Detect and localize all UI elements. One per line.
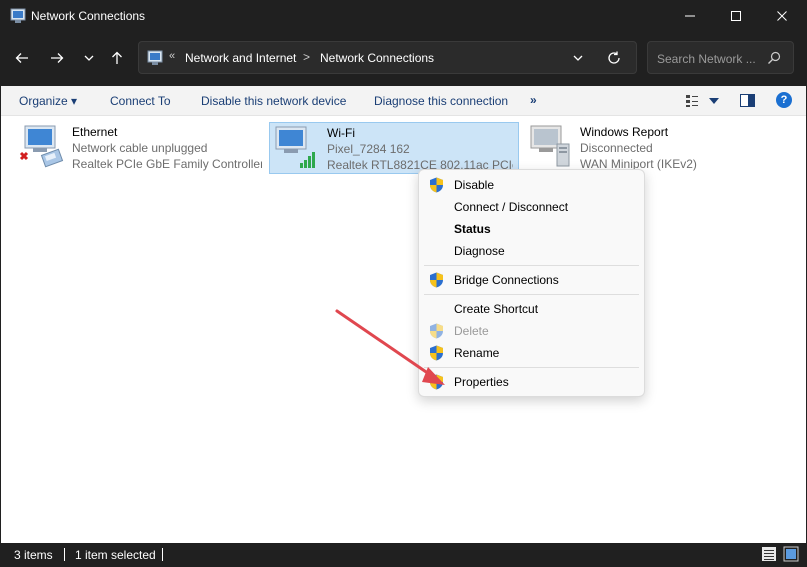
breadcrumb-separator[interactable]: > xyxy=(303,50,310,64)
menu-item-rename[interactable]: Rename xyxy=(419,342,644,364)
ethernet-adapter-icon xyxy=(19,125,64,168)
uac-shield-icon xyxy=(430,374,443,390)
context-menu: Disable Connect / Disconnect Status Diag… xyxy=(418,169,645,397)
command-bar: Organize ▾ Connect To Disable this netwo… xyxy=(1,86,806,116)
control-panel-icon xyxy=(147,50,163,65)
item-name: Windows Report xyxy=(580,125,669,139)
menu-separator xyxy=(424,294,639,295)
details-view-icon[interactable] xyxy=(761,546,777,562)
menu-item-connect-disconnect[interactable]: Connect / Disconnect xyxy=(419,196,644,218)
item-count: 3 items xyxy=(14,548,53,562)
search-input[interactable]: Search Network ... xyxy=(647,41,794,74)
change-view-icon[interactable] xyxy=(685,94,699,108)
breadcrumb-network-connections[interactable]: Network Connections xyxy=(320,51,434,65)
breadcrumb-network-and-internet[interactable]: Network and Internet xyxy=(185,51,296,65)
menu-label: Diagnose xyxy=(454,244,505,258)
more-commands-button[interactable]: » xyxy=(530,93,537,107)
menu-item-diagnose[interactable]: Diagnose xyxy=(419,240,644,262)
title-bar: Network Connections xyxy=(0,0,807,32)
menu-separator xyxy=(424,265,639,266)
menu-separator xyxy=(424,367,639,368)
diagnose-connection-button[interactable]: Diagnose this connection xyxy=(374,94,508,108)
uac-shield-icon xyxy=(430,323,443,339)
organize-menu[interactable]: Organize ▾ xyxy=(19,94,77,108)
menu-label: Rename xyxy=(454,346,500,360)
search-placeholder: Search Network ... xyxy=(657,52,756,66)
large-icons-view-icon[interactable] xyxy=(783,546,799,562)
menu-item-disable[interactable]: Disable xyxy=(419,174,644,196)
item-name: Wi-Fi xyxy=(327,126,355,140)
recent-locations-button[interactable] xyxy=(76,45,102,71)
menu-label: Delete xyxy=(454,324,489,338)
connect-to-button[interactable]: Connect To xyxy=(110,94,171,108)
close-button[interactable] xyxy=(759,0,805,32)
status-divider xyxy=(162,548,163,561)
window-title: Network Connections xyxy=(31,9,146,23)
item-status: Network cable unplugged xyxy=(72,141,208,155)
chevron-down-icon xyxy=(84,55,94,61)
item-status: Pixel_7284 162 xyxy=(327,142,410,156)
status-divider xyxy=(64,548,65,561)
menu-item-create-shortcut[interactable]: Create Shortcut xyxy=(419,298,644,320)
item-device: Realtek PCIe GbE Family Controller xyxy=(72,157,262,171)
arrow-left-icon xyxy=(15,53,28,63)
close-icon xyxy=(777,11,787,21)
uac-shield-icon xyxy=(430,272,443,288)
back-button[interactable] xyxy=(9,45,35,71)
forward-button[interactable] xyxy=(44,45,70,71)
minimize-icon xyxy=(685,15,695,17)
connections-view: Ethernet Network cable unplugged Realtek… xyxy=(1,116,806,543)
menu-item-bridge-connections[interactable]: Bridge Connections xyxy=(419,269,644,291)
network-connections-icon xyxy=(10,8,26,23)
maximize-button[interactable] xyxy=(713,0,759,32)
item-name: Ethernet xyxy=(72,125,118,139)
vpn-adapter-icon xyxy=(530,125,570,167)
connection-item-wifi[interactable]: Wi-Fi Pixel_7284 162 Realtek RTL8821CE 8… xyxy=(269,122,519,174)
up-button[interactable] xyxy=(104,45,130,71)
minimize-button[interactable] xyxy=(667,0,713,32)
help-button[interactable]: ? xyxy=(776,92,792,108)
arrow-right-icon xyxy=(51,53,64,63)
overflow-chevron[interactable]: « xyxy=(169,50,175,62)
uac-shield-icon xyxy=(430,177,443,193)
menu-label: Create Shortcut xyxy=(454,302,539,316)
view-dropdown-icon[interactable] xyxy=(709,98,719,104)
maximize-icon xyxy=(731,11,741,21)
menu-label: Properties xyxy=(454,375,509,389)
refresh-icon[interactable] xyxy=(606,50,622,66)
menu-label: Status xyxy=(454,222,491,236)
connection-item-windows-report[interactable]: Windows Report Disconnected WAN Miniport… xyxy=(525,122,775,174)
selection-count: 1 item selected xyxy=(75,548,156,562)
item-status: Disconnected xyxy=(580,141,653,155)
chevron-down-icon[interactable] xyxy=(571,51,585,65)
menu-label: Connect / Disconnect xyxy=(454,200,569,214)
address-bar[interactable]: « Network and Internet > Network Connect… xyxy=(138,41,637,74)
wifi-adapter-icon xyxy=(275,126,315,168)
menu-item-delete: Delete xyxy=(419,320,644,342)
disable-device-button[interactable]: Disable this network device xyxy=(201,94,346,108)
uac-shield-icon xyxy=(430,345,443,361)
status-bar: 3 items 1 item selected xyxy=(1,543,806,566)
menu-item-status[interactable]: Status xyxy=(419,218,644,240)
arrow-up-icon xyxy=(112,51,122,64)
preview-pane-icon[interactable] xyxy=(740,94,755,107)
search-icon xyxy=(768,51,781,64)
menu-item-properties[interactable]: Properties xyxy=(419,371,644,393)
menu-label: Bridge Connections xyxy=(454,273,559,287)
connection-item-ethernet[interactable]: Ethernet Network cable unplugged Realtek… xyxy=(17,122,265,174)
menu-label: Disable xyxy=(454,178,495,192)
